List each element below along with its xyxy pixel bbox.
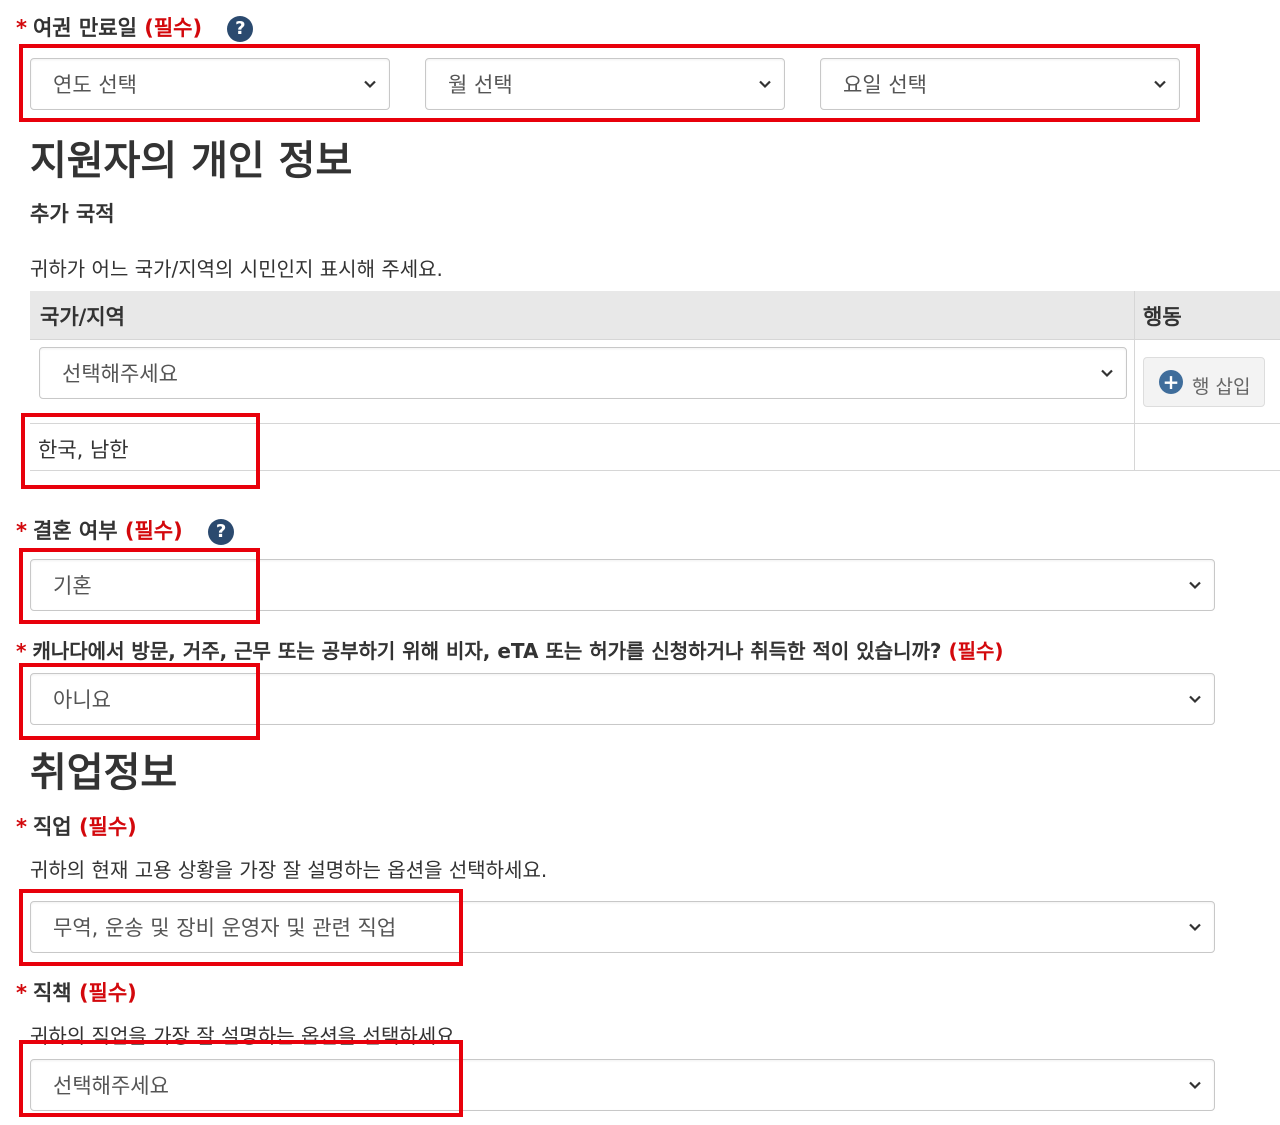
column-divider [1134,291,1135,471]
citizenship-country-select[interactable]: 선택해주세요 [39,347,1127,399]
passport-month-value: 월 선택 [448,73,513,97]
plus-circle-icon: + [1159,370,1183,394]
column-header-action: 행동 [1143,305,1182,329]
marital-status-select[interactable]: 기혼 [30,559,1215,611]
help-icon[interactable]: ? [227,16,254,42]
job-title-help: 귀하의 직업을 가장 잘 설명하는 옵션을 선택하세요. [30,1024,461,1048]
marital-status-label: * 결혼 여부 (필수) ? [16,515,235,545]
required-star: * [16,519,27,543]
chevron-down-icon [1101,369,1113,378]
applicant-section-heading: 지원자의 개인 정보 [30,138,353,184]
marital-status-value: 기혼 [53,574,92,598]
occupation-select[interactable]: 무역, 운송 및 장비 운영자 및 관련 직업 [30,901,1215,953]
occupation-help: 귀하의 현재 고용 상황을 가장 잘 설명하는 옵션을 선택하세요. [30,858,548,882]
required-star: * [16,815,27,839]
chevron-down-icon [1189,695,1201,704]
visa-history-label: * 캐나다에서 방문, 거주, 근무 또는 공부하기 위해 비자, eTA 또는 … [16,639,1004,663]
chevron-down-icon [1189,923,1201,932]
column-header-country: 국가/지역 [40,305,125,329]
occupation-value: 무역, 운송 및 장비 운영자 및 관련 직업 [53,916,397,940]
chevron-down-icon [759,80,771,89]
occupation-label: * 직업 (필수) [16,815,137,839]
chevron-down-icon [1154,80,1166,89]
required-star: * [16,16,27,40]
required-marker: (필수) [144,16,203,40]
employment-section-heading: 취업정보 [30,750,178,796]
citizenship-row-country: 한국, 남한 [38,438,129,462]
visa-history-select[interactable]: 아니요 [30,673,1215,725]
chevron-down-icon [1189,1081,1201,1090]
insert-row-label: 행 삽입 [1192,376,1251,398]
additional-citizenship-label: 추가 국적 [30,202,115,226]
required-marker: (필수) [78,815,137,839]
row-divider [30,423,1280,424]
required-star: * [16,981,27,1005]
table-header [30,291,1280,340]
additional-citizenship-help: 귀하가 어느 국가/지역의 시민인지 표시해 주세요. [30,257,443,281]
required-marker: (필수) [124,519,183,543]
insert-row-button[interactable]: + 행 삽입 [1143,357,1265,407]
citizenship-country-value: 선택해주세요 [62,362,178,386]
passport-month-select[interactable]: 월 선택 [425,58,785,110]
job-title-select[interactable]: 선택해주세요 [30,1059,1215,1111]
job-title-value: 선택해주세요 [53,1074,169,1098]
passport-year-value: 연도 선택 [53,73,137,97]
passport-day-value: 요일 선택 [843,73,927,97]
table-bottom-border [30,470,1280,471]
passport-year-select[interactable]: 연도 선택 [30,58,390,110]
visa-history-value: 아니요 [53,688,111,712]
job-title-label: * 직책 (필수) [16,981,137,1005]
required-star: * [16,639,27,663]
help-icon[interactable]: ? [208,519,235,545]
chevron-down-icon [364,80,376,89]
required-marker: (필수) [78,981,137,1005]
passport-expiry-label: * 여권 만료일 (필수) ? [16,12,254,42]
passport-day-select[interactable]: 요일 선택 [820,58,1180,110]
chevron-down-icon [1189,581,1201,590]
required-marker: (필수) [948,639,1004,663]
